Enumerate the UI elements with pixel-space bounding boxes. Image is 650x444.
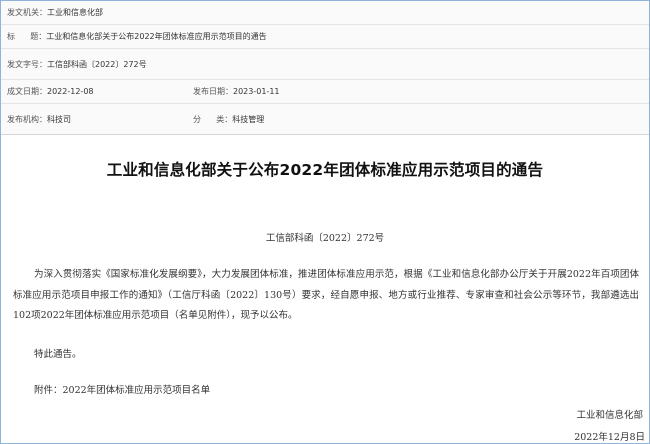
org-value: 科技司 xyxy=(47,114,71,124)
body-paragraph: 为深入贯彻落实《国家标准化发展纲要》，大力发展团体标准，推进团体标准应用示范，根… xyxy=(13,269,639,321)
docno-label: 发文字号： xyxy=(7,59,47,69)
issuer-value: 工业和信息化部 xyxy=(47,8,103,17)
title-value: 工业和信息化部关于公布2022年团体标准应用示范项目的通告 xyxy=(46,32,267,41)
docno-value: 工信部科函〔2022〕272号 xyxy=(47,59,147,69)
meta-row-docno: 发文字号： 工信部科函〔2022〕272号 xyxy=(1,49,649,80)
title-label: 标 题： xyxy=(7,32,47,41)
document-number: 工信部科函〔2022〕272号 xyxy=(265,233,385,244)
metadata-table: 发文机关： 工业和信息化部 标 题： 工业和信息化部关于公布2022年团体标准应… xyxy=(1,1,649,135)
written-date-value: 2022-12-08 xyxy=(47,87,94,96)
org-label: 发布机构： xyxy=(7,114,47,124)
category-label: 分 类： xyxy=(193,114,233,124)
closing-paragraph: 特此通告。 xyxy=(34,348,82,360)
meta-row-dates: 成文日期： 2022-12-08 发布日期： 2023-01-11 xyxy=(1,80,649,104)
category-value: 科技管理 xyxy=(232,114,265,124)
meta-row-issuer: 发文机关： 工业和信息化部 xyxy=(1,1,649,25)
signer-name: 工业和信息化部 xyxy=(576,410,643,421)
written-date-label: 成文日期： xyxy=(7,87,47,96)
signature-date: 2022年12月8日 xyxy=(574,432,645,443)
document-body: 为深入贯彻落实《国家标准化发展纲要》，大力发展团体标准，推进团体标准应用示范，根… xyxy=(1,265,649,402)
document-heading: 工业和信息化部关于公布2022年团体标准应用示范项目的通告 xyxy=(106,161,544,179)
meta-row-title: 标 题： 工业和信息化部关于公布2022年团体标准应用示范项目的通告 xyxy=(1,25,649,49)
attachment-link[interactable]: 附件：2022年团体标准应用示范项目名单 xyxy=(13,381,639,402)
document-frame: 发文机关： 工业和信息化部 标 题： 工业和信息化部关于公布2022年团体标准应… xyxy=(0,0,650,444)
published-date-value: 2023-01-11 xyxy=(233,87,280,96)
issuer-label: 发文机关： xyxy=(7,8,47,17)
meta-row-org: 发布机构： 科技司 分 类： 科技管理 xyxy=(1,104,649,134)
published-date-label: 发布日期： xyxy=(193,87,233,96)
